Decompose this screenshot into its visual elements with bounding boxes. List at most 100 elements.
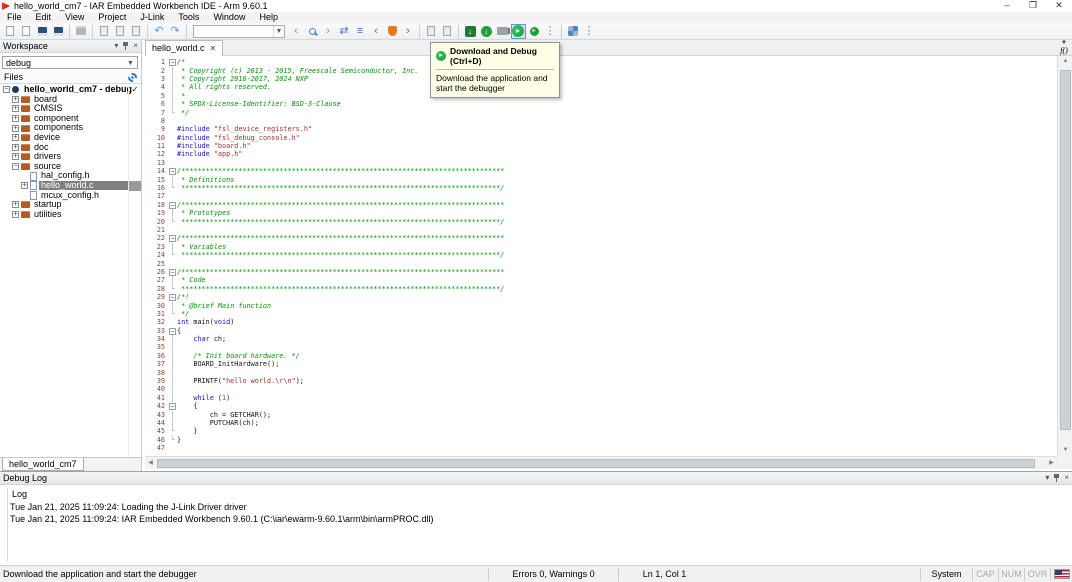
scroll-left-icon[interactable]: ◀ — [145, 457, 156, 470]
debug-log-body[interactable]: Log Tue Jan 21, 2025 11:09:24: Loading t… — [0, 486, 1072, 566]
collapse-icon[interactable]: − — [3, 86, 10, 93]
pin-icon[interactable] — [122, 41, 129, 50]
fold-marker[interactable]: − — [168, 268, 177, 276]
code-line[interactable]: 24└ ************************************… — [145, 251, 504, 259]
expand-icon[interactable]: + — [12, 201, 19, 208]
previous-document-button[interactable] — [424, 24, 439, 39]
horizontal-scrollbar[interactable]: ◀ ▶ — [145, 456, 1057, 469]
code-line[interactable]: 6│ * SPDX-License-Identifier: BSD-3-Clau… — [145, 100, 504, 108]
toolbar-overflow-button[interactable]: ⋮ — [543, 24, 558, 39]
print-button[interactable] — [74, 24, 89, 39]
code-line[interactable]: 22−/************************************… — [145, 234, 504, 242]
fold-collapse-icon[interactable]: − — [169, 294, 176, 301]
fold-collapse-icon[interactable]: − — [169, 328, 176, 335]
open-button[interactable] — [19, 24, 34, 39]
tree-item-mcux-config-h[interactable]: mcux_config.h — [0, 191, 141, 201]
fold-marker[interactable]: − — [168, 293, 177, 301]
code-line[interactable]: 44│ PUTCHAR(ch); — [145, 419, 504, 427]
code-line[interactable]: 9#include "fsl_device_registers.h" — [145, 125, 504, 133]
code-line[interactable]: 33−{ — [145, 327, 504, 335]
code-line[interactable]: 32int main(void) — [145, 318, 504, 326]
code-line[interactable]: 31└ */ — [145, 310, 504, 318]
code-line[interactable]: 25 — [145, 259, 504, 267]
go-to-button[interactable]: ⇄ — [337, 24, 352, 39]
code-line[interactable]: 10#include "fsl_debug_console.h" — [145, 134, 504, 142]
close-button[interactable]: ✕ — [1046, 0, 1072, 12]
menu-edit[interactable]: Edit — [29, 12, 59, 23]
fold-marker[interactable]: − — [168, 167, 177, 175]
code-line[interactable]: 27│ * Code — [145, 276, 504, 284]
editor-tab-hello-world[interactable]: hello_world.c ✕ — [145, 40, 223, 56]
code-line[interactable]: 30│ * @brief Main function — [145, 301, 504, 309]
menu-project[interactable]: Project — [91, 12, 133, 23]
fold-marker[interactable]: − — [168, 402, 177, 410]
code-line[interactable]: 40│ — [145, 385, 504, 393]
code-line[interactable]: 47 — [145, 444, 504, 452]
maximize-button[interactable]: ❐ — [1020, 0, 1046, 12]
code-line[interactable]: 45└ } — [145, 427, 504, 435]
tree-item-device[interactable]: +device — [0, 133, 141, 143]
fold-collapse-icon[interactable]: − — [169, 59, 176, 66]
pin-icon[interactable] — [1053, 473, 1060, 482]
toggle-bookmark-button[interactable]: ≡ — [353, 24, 368, 39]
code-line[interactable]: 18−/************************************… — [145, 201, 504, 209]
find-next-button[interactable]: › — [321, 24, 336, 39]
copy-button[interactable] — [113, 24, 128, 39]
undo-button[interactable]: ↶ — [152, 24, 167, 39]
panel-menu-icon[interactable]: ▾ — [114, 41, 118, 51]
tree-item-utilities[interactable]: +utilities — [0, 210, 141, 220]
code-line[interactable]: 11#include "board.h" — [145, 142, 504, 150]
tree-item-startup[interactable]: +startup — [0, 200, 141, 210]
find-button[interactable] — [305, 24, 320, 39]
toolbar-overflow-2-button[interactable]: ⋮ — [582, 24, 597, 39]
fold-collapse-icon[interactable]: − — [169, 202, 176, 209]
code-line[interactable]: 42− { — [145, 402, 504, 410]
code-line[interactable]: 26−/************************************… — [145, 268, 504, 276]
close-icon[interactable]: × — [133, 41, 138, 51]
code-line[interactable]: 17 — [145, 192, 504, 200]
code-line[interactable]: 38│ — [145, 368, 504, 376]
cut-button[interactable] — [97, 24, 112, 39]
fold-marker[interactable]: − — [168, 327, 177, 335]
expand-icon[interactable]: + — [12, 211, 19, 218]
save-button[interactable] — [35, 24, 50, 39]
expand-icon[interactable]: + — [12, 144, 19, 151]
menu-jlink[interactable]: J-Link — [133, 12, 171, 23]
find-previous-button[interactable]: ‹ — [289, 24, 304, 39]
menu-file[interactable]: File — [0, 12, 29, 23]
minimize-button[interactable]: – — [994, 0, 1020, 12]
code-line[interactable]: 36│ /* Init board hardware. */ — [145, 352, 504, 360]
vertical-scrollbar[interactable]: ▲ ▼ — [1057, 56, 1072, 456]
code-line[interactable]: 37│ BOARD_InitHardware(); — [145, 360, 504, 368]
code-line[interactable]: 14−/************************************… — [145, 167, 504, 175]
scroll-right-icon[interactable]: ▶ — [1046, 457, 1057, 470]
code-line[interactable]: 8 — [145, 117, 504, 125]
vertical-scroll-thumb[interactable] — [1060, 70, 1071, 430]
fold-collapse-icon[interactable]: − — [169, 403, 176, 410]
scroll-down-icon[interactable]: ▼ — [1058, 445, 1072, 456]
download-button[interactable]: ↓ — [479, 24, 494, 39]
quick-search-combo[interactable]: ▼ — [193, 25, 285, 38]
code-line[interactable]: 46└} — [145, 436, 504, 444]
code-line[interactable]: 35│ — [145, 343, 504, 351]
make-button[interactable]: ↓ — [463, 24, 478, 39]
code-line[interactable]: 43│ ch = GETCHAR(); — [145, 410, 504, 418]
expand-icon[interactable]: + — [12, 105, 19, 112]
code-line[interactable]: 19│ * Prototypes — [145, 209, 504, 217]
fold-collapse-icon[interactable]: − — [169, 235, 176, 242]
code-line[interactable]: 16└ ************************************… — [145, 184, 504, 192]
next-document-button[interactable] — [440, 24, 455, 39]
attach-to-running-target-button[interactable] — [495, 24, 510, 39]
scroll-up-icon[interactable]: ▲ — [1058, 56, 1072, 67]
tree-item-hello-world-cm7-debug[interactable]: −hello_world_cm7 - debug✓ — [0, 85, 141, 95]
code-line[interactable]: 23│ * Variables — [145, 243, 504, 251]
tree-item-components[interactable]: +components — [0, 123, 141, 133]
save-all-button[interactable] — [51, 24, 66, 39]
configuration-dropdown[interactable]: debug ▼ — [2, 56, 138, 69]
fold-collapse-icon[interactable]: − — [169, 168, 176, 175]
code-line[interactable]: 21 — [145, 226, 504, 234]
expand-icon[interactable]: + — [12, 96, 19, 103]
expand-icon[interactable]: + — [12, 125, 19, 132]
files-column-header[interactable]: Files — [0, 71, 141, 84]
code-line[interactable]: 39│ PRINTF("hello world.\r\n"); — [145, 377, 504, 385]
